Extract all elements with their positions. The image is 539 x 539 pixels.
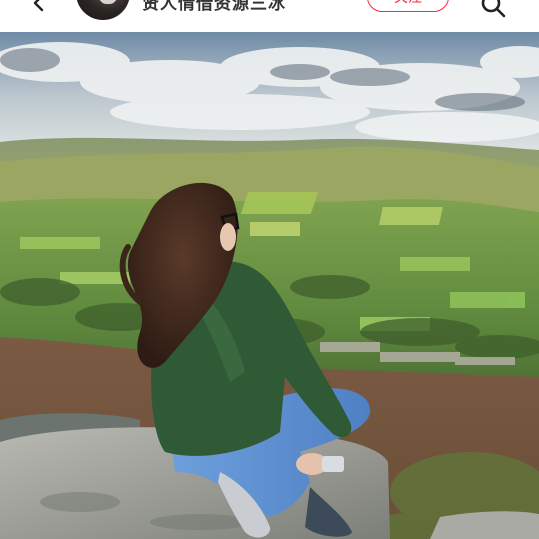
post-photo[interactable]	[0, 32, 539, 539]
follow-button[interactable]: 关注	[367, 0, 449, 12]
landscape-photo-illustration	[0, 32, 539, 539]
author-username[interactable]: 贤人情借资源三冰	[142, 0, 286, 14]
note-detail-screen: 贤人情借资源三冰 关注	[0, 0, 539, 539]
search-icon[interactable]	[480, 0, 506, 18]
avatar[interactable]	[76, 0, 130, 20]
chevron-left-icon[interactable]	[30, 0, 48, 12]
top-navigation-bar: 贤人情借资源三冰 关注	[0, 0, 539, 32]
